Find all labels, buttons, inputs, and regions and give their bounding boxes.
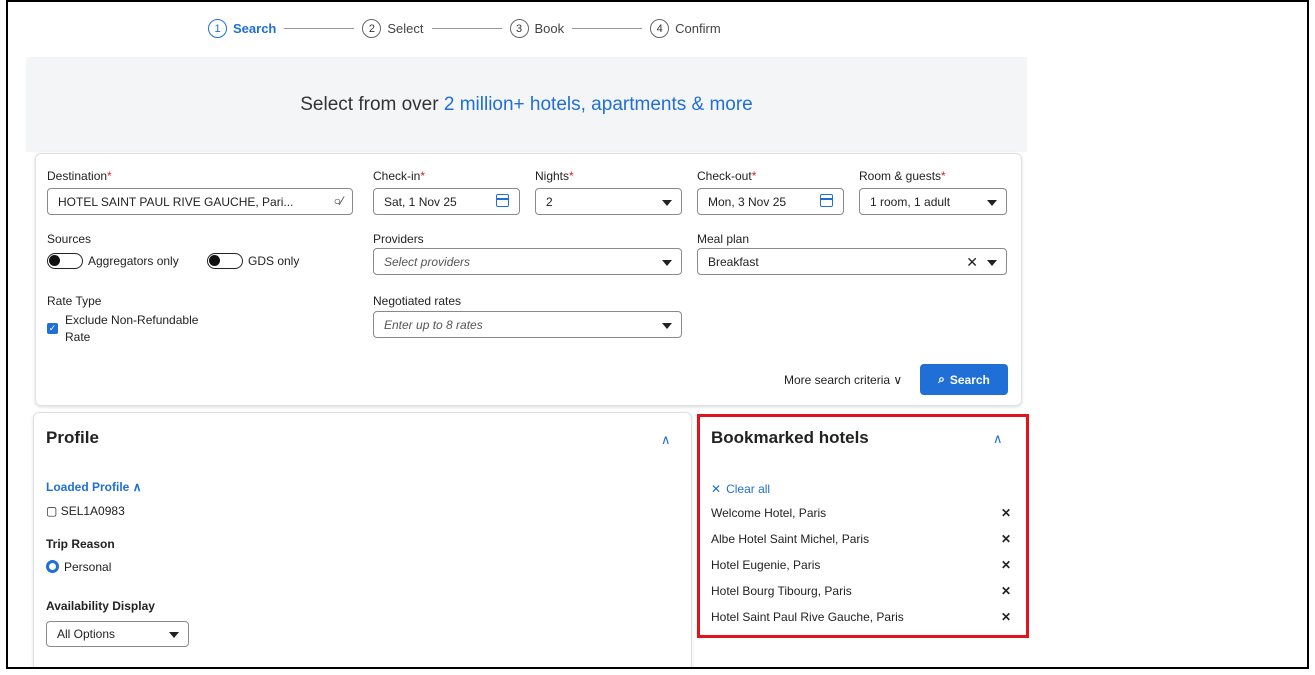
room-guests-label: Room & guests*	[859, 169, 946, 183]
chevron-down-icon	[987, 260, 997, 266]
checkin-label: Check-in*	[373, 169, 426, 183]
step-number: 1	[208, 19, 227, 38]
trip-reason-label: Trip Reason	[46, 537, 115, 551]
profile-title: Profile	[46, 428, 99, 447]
exclude-nonrefundable-checkbox[interactable]: ✓	[47, 323, 58, 334]
profile-panel: Profile ∧ Loaded Profile ∧ ▢ SEL1A0983 T…	[33, 412, 692, 667]
chevron-down-icon	[987, 200, 997, 206]
step-connector	[572, 28, 643, 29]
nights-select[interactable]: 2	[535, 188, 682, 215]
more-search-criteria-link[interactable]: More search criteria ∨	[784, 373, 902, 387]
collapse-profile-icon[interactable]: ∧	[661, 432, 671, 448]
destination-value: HOTEL SAINT PAUL RIVE GAUCHE, Pari...	[58, 194, 294, 209]
remove-bookmark-icon[interactable]: ✕	[1001, 584, 1011, 598]
hero-banner: Select from over 2 million+ hotels, apar…	[26, 57, 1027, 152]
rate-type-label: Rate Type	[47, 294, 102, 308]
clear-icon[interactable]: ✕	[966, 254, 978, 271]
negotiated-rates-input[interactable]: Enter up to 8 rates	[373, 311, 682, 338]
providers-label: Providers	[373, 232, 424, 246]
remove-bookmark-icon[interactable]: ✕	[1001, 558, 1011, 572]
search-button[interactable]: ⌕ Search	[920, 364, 1008, 395]
page-frame: 1 Search 2 Select 3 Book 4 Confirm Selec…	[6, 0, 1309, 669]
providers-placeholder: Select providers	[384, 254, 471, 269]
bookmarked-hotels-title: Bookmarked hotels	[711, 428, 869, 447]
step-connector	[431, 28, 502, 29]
checkout-label: Check-out*	[697, 169, 757, 183]
checkin-value: Sat, 1 Nov 25	[384, 194, 457, 209]
clear-all-button[interactable]: ✕ Clear all	[711, 482, 770, 496]
step-label: Confirm	[675, 21, 721, 36]
search-icon: ⌕	[938, 372, 945, 386]
hero-title: Select from over 2 million+ hotels, apar…	[26, 94, 1027, 116]
availability-display-label: Availability Display	[46, 599, 155, 613]
trip-reason-radio[interactable]	[46, 560, 59, 573]
person-search-icon[interactable]: ○⁄	[334, 194, 343, 208]
nights-value: 2	[546, 194, 553, 209]
gds-toggle-label: GDS only	[248, 254, 300, 268]
bookmarked-hotels-panel: Bookmarked hotels ∧ ✕ Clear all Welcome …	[697, 414, 1029, 638]
meal-plan-select[interactable]: Breakfast ✕	[697, 248, 1007, 275]
aggregators-toggle-label: Aggregators only	[88, 254, 179, 268]
availability-display-select[interactable]: All Options	[46, 621, 189, 647]
nights-label: Nights*	[535, 169, 574, 183]
calendar-icon: ▢	[46, 504, 58, 518]
chevron-down-icon	[169, 632, 179, 638]
chevron-up-icon: ∧	[132, 480, 142, 494]
chevron-down-icon	[662, 200, 672, 206]
negotiated-rates-placeholder: Enter up to 8 rates	[384, 317, 483, 332]
progress-stepper: 1 Search 2 Select 3 Book 4 Confirm	[208, 19, 721, 38]
aggregators-toggle[interactable]	[47, 253, 83, 269]
step-label: Book	[534, 21, 565, 36]
sources-label: Sources	[47, 232, 92, 246]
step-search[interactable]: 1 Search	[208, 19, 276, 38]
bookmark-item[interactable]: Albe Hotel Saint Michel, Paris ✕	[711, 532, 1011, 546]
calendar-icon[interactable]	[820, 194, 833, 207]
loaded-profile-toggle[interactable]: Loaded Profile ∧	[46, 480, 141, 494]
destination-field[interactable]: HOTEL SAINT PAUL RIVE GAUCHE, Pari... ○⁄	[47, 188, 353, 215]
destination-label: Destination*	[47, 169, 112, 183]
hero-title-prefix: Select from over	[300, 94, 444, 115]
step-select[interactable]: 2 Select	[362, 19, 424, 38]
bookmark-item[interactable]: Hotel Eugenie, Paris ✕	[711, 558, 1011, 572]
remove-bookmark-icon[interactable]: ✕	[1001, 532, 1011, 546]
remove-bookmark-icon[interactable]: ✕	[1001, 610, 1011, 624]
step-number: 4	[650, 19, 670, 38]
checkout-value: Mon, 3 Nov 25	[708, 194, 787, 209]
exclude-nonrefundable-label: Exclude Non-Refundable Rate	[65, 313, 199, 344]
step-number: 3	[509, 19, 529, 38]
chevron-down-icon	[662, 260, 672, 266]
chevron-down-icon: ∨	[893, 373, 903, 387]
search-form: Destination* HOTEL SAINT PAUL RIVE GAUCH…	[35, 153, 1022, 406]
step-connector	[284, 28, 355, 29]
trip-reason-value: Personal	[64, 560, 112, 574]
providers-select[interactable]: Select providers	[373, 248, 682, 275]
meal-plan-label: Meal plan	[697, 232, 750, 246]
remove-bookmark-icon[interactable]: ✕	[1001, 506, 1011, 520]
room-guests-value: 1 room, 1 adult	[870, 194, 951, 209]
collapse-bookmarks-icon[interactable]: ∧	[993, 431, 1003, 447]
bookmark-item[interactable]: Hotel Bourg Tibourg, Paris ✕	[711, 584, 1011, 598]
step-confirm[interactable]: 4 Confirm	[650, 19, 721, 38]
chevron-down-icon	[662, 323, 672, 329]
close-icon: ✕	[711, 482, 722, 496]
step-number: 2	[362, 19, 382, 38]
step-label: Select	[387, 21, 424, 36]
checkin-field[interactable]: Sat, 1 Nov 25	[373, 188, 520, 215]
calendar-icon[interactable]	[496, 194, 509, 207]
step-book[interactable]: 3 Book	[509, 19, 565, 38]
room-guests-select[interactable]: 1 room, 1 adult	[859, 188, 1007, 215]
bookmark-item[interactable]: Welcome Hotel, Paris ✕	[711, 506, 1011, 520]
checkout-field[interactable]: Mon, 3 Nov 25	[697, 188, 844, 215]
hero-title-highlight: 2 million+ hotels, apartments & more	[443, 94, 753, 115]
gds-toggle[interactable]	[207, 253, 243, 269]
negotiated-rates-label: Negotiated rates	[373, 294, 462, 308]
profile-id: ▢ SEL1A0983	[46, 504, 125, 518]
bookmark-item[interactable]: Hotel Saint Paul Rive Gauche, Paris ✕	[711, 610, 1011, 624]
step-label: Search	[233, 21, 277, 36]
meal-plan-value: Breakfast	[708, 254, 759, 269]
